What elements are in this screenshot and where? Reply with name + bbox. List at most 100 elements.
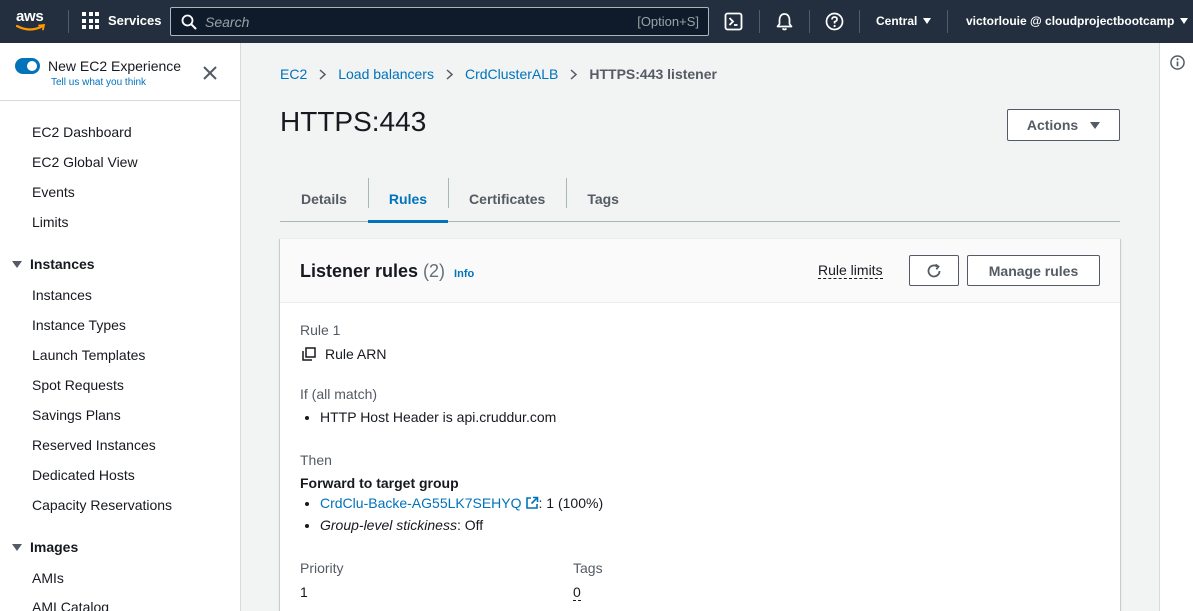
condition-text: HTTP Host Header is api.cruddur.com [320,409,557,425]
external-link-icon [525,496,538,509]
aws-smile-icon [16,24,46,31]
action-title: Forward to target group [300,475,459,491]
breadcrumb-link-load-balancers[interactable]: Load balancers [338,66,434,82]
rule-name: Rule 1 [300,322,341,338]
panel-header: Listener rules (2) Info Rule limits Mana… [280,239,1120,303]
sidebar-item-savings-plans[interactable]: Savings Plans [32,407,121,423]
tags-label: Tags [573,560,603,576]
breadcrumb: EC2 Load balancers CrdClusterALB HTTPS:4… [280,66,717,82]
top-navigation: aws Services Search [Option+S] Central v… [0,0,1193,43]
bell-icon[interactable] [775,12,794,31]
target-group-item: CrdClu-Backe-AG55LK7SEHYQ : 1 (100%) [320,492,603,514]
chevron-right-icon [446,68,453,80]
stickiness-value: : Off [456,517,484,533]
cloudshell-icon[interactable] [724,12,743,31]
nav-divider [859,10,860,33]
action-label: Then [300,452,332,468]
aws-logo-text: aws [16,8,44,25]
caret-down-icon [1090,121,1101,129]
breadcrumb-current: HTTPS:443 listener [589,66,717,82]
tab-certificates[interactable]: Certificates [448,176,566,221]
target-group-name: CrdClu-Backe-AG55LK7SEHYQ [320,495,522,511]
manage-rules-button[interactable]: Manage rules [967,255,1100,286]
services-menu-button[interactable]: Services [82,12,162,29]
new-experience-title: New EC2 Experience [48,58,182,74]
sidebar-item-launch-templates[interactable]: Launch Templates [32,347,145,363]
region-label: Central [876,14,918,28]
page-title: HTTPS:443 [280,106,427,137]
sidebar-item-amis[interactable]: AMIs [32,570,64,586]
sidebar-item-events[interactable]: Events [32,184,75,200]
sidebar-item-capacity-reservations[interactable]: Capacity Reservations [32,497,172,513]
sidebar-item-spot-requests[interactable]: Spot Requests [32,377,124,393]
search-placeholder: Search [205,13,250,30]
help-icon[interactable] [825,12,844,31]
close-icon[interactable] [202,65,218,81]
sidebar-item-dedicated-hosts[interactable]: Dedicated Hosts [32,467,135,483]
caret-down-icon [12,260,22,268]
region-selector[interactable]: Central [876,14,932,28]
info-link[interactable]: Info [454,268,474,280]
copy-icon [302,347,316,361]
account-menu[interactable]: victorlouie @ cloudprojectbootcamp [966,14,1189,28]
section-heading: Instances [30,256,95,272]
sidebar-item-ec2-global-view[interactable]: EC2 Global View [32,154,138,170]
tab-details[interactable]: Details [280,176,368,221]
tab-tags[interactable]: Tags [566,176,640,221]
rule-arn-copy[interactable]: Rule ARN [302,346,386,362]
chevron-right-icon [319,68,327,80]
refresh-button[interactable] [909,255,959,286]
panel-title-text: Listener rules [300,261,419,281]
rule-limits-link[interactable]: Rule limits [818,262,883,279]
target-group-link[interactable]: CrdClu-Backe-AG55LK7SEHYQ [320,495,539,511]
section-heading: Images [30,539,79,555]
actions-label: Actions [1026,117,1079,133]
caret-down-icon [923,18,932,24]
sidebar-item-limits[interactable]: Limits [32,214,69,230]
sidebar-section-instances[interactable]: Instances [12,256,95,272]
caret-down-icon [1180,18,1189,24]
tab-rules[interactable]: Rules [367,176,449,223]
sidebar-item-ami-catalog[interactable]: AMI Catalog [32,599,109,611]
nav-divider [947,10,948,33]
stickiness-label: Group-level stickiness [320,517,457,533]
feedback-link[interactable]: Tell us what you think [51,77,181,88]
rule-arn-label: Rule ARN [325,346,387,362]
info-icon[interactable] [1170,55,1185,70]
tags-count-link[interactable]: 0 [573,584,581,601]
sidebar-section-images[interactable]: Images [12,539,78,555]
chevron-right-icon [570,68,578,80]
breadcrumb-link-load-balancer[interactable]: CrdClusterALB [465,66,558,82]
account-label: victorlouie @ cloudprojectbootcamp [966,14,1175,28]
condition-list: HTTP Host Header is api.cruddur.com [304,406,556,428]
caret-down-icon [12,543,22,551]
new-experience-toggle[interactable] [15,58,40,74]
condition-item: HTTP Host Header is api.cruddur.com [320,406,556,428]
breadcrumb-link-ec2[interactable]: EC2 [280,66,307,82]
sidebar: New EC2 Experience Tell us what you thin… [0,43,241,611]
aws-logo[interactable]: aws [16,9,52,35]
search-shortcut: [Option+S] [637,14,699,29]
priority-label: Priority [300,560,344,576]
nav-divider [68,10,69,33]
action-list: CrdClu-Backe-AG55LK7SEHYQ : 1 (100%) Grou… [304,492,603,536]
new-experience-toggle-row: New EC2 Experience Tell us what you thin… [15,57,181,88]
search-input[interactable]: Search [Option+S] [170,7,709,36]
panel-title: Listener rules (2) Info [300,261,474,282]
sidebar-item-reserved-instances[interactable]: Reserved Instances [32,437,156,453]
refresh-icon [927,263,941,277]
sidebar-item-instances[interactable]: Instances [32,287,92,303]
rule-count: (2) [423,261,446,281]
tab-bar: Details Rules Certificates Tags [280,176,1120,223]
nav-divider [759,10,760,33]
actions-button[interactable]: Actions [1007,109,1120,141]
services-label: Services [108,13,162,28]
target-weight: : 1 (100%) [538,495,604,511]
nav-divider [809,10,810,33]
search-icon [181,14,197,29]
sidebar-divider [0,100,240,101]
sidebar-item-instance-types[interactable]: Instance Types [32,317,126,333]
condition-label: If (all match) [300,386,378,402]
sidebar-item-ec2-dashboard[interactable]: EC2 Dashboard [32,124,132,140]
stickiness-item: Group-level stickiness: Off [320,514,603,536]
